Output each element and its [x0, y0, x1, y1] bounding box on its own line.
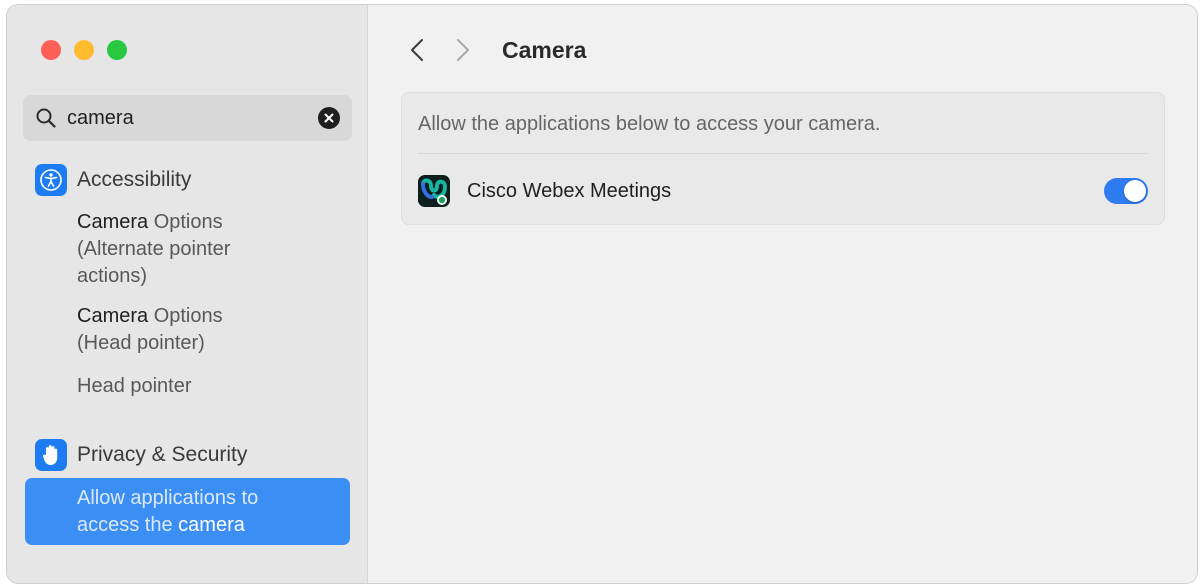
result-label: Options — [148, 211, 223, 233]
search-icon — [36, 108, 56, 128]
close-icon — [324, 113, 334, 123]
section-title: Accessibility — [77, 168, 192, 191]
description-text: Allow the applications below to access y… — [418, 113, 881, 135]
zoom-button[interactable] — [107, 40, 127, 60]
chevron-right-icon — [457, 39, 469, 61]
search-input[interactable]: camera — [67, 107, 318, 130]
match-highlight: Camera — [77, 305, 149, 327]
result-allow-camera-access[interactable]: Allow applications to access the camera — [25, 478, 350, 545]
settings-window: camera Accessibility Camera Options (Alt… — [6, 4, 1198, 584]
divider — [418, 153, 1148, 154]
main-pane: Camera Allow the applications below to a… — [368, 5, 1197, 583]
page-title: Camera — [502, 36, 587, 63]
result-label: access the — [77, 514, 179, 536]
webex-icon — [418, 175, 450, 207]
result-camera-options-head[interactable]: Camera Options (Head pointer) — [77, 303, 223, 357]
camera-access-toggle[interactable] — [1104, 178, 1148, 204]
sidebar-item-accessibility[interactable]: Accessibility — [35, 164, 191, 196]
chevron-left-icon — [411, 39, 423, 61]
hand-icon — [35, 439, 67, 471]
result-label-line2: (Head pointer) — [77, 332, 205, 354]
result-camera-options-alternate[interactable]: Camera Options (Alternate pointer action… — [77, 209, 230, 290]
match-highlight: camera — [178, 514, 245, 536]
toggle-knob — [1124, 180, 1146, 202]
minimize-button[interactable] — [74, 40, 94, 60]
result-head-pointer[interactable]: Head pointer — [77, 373, 192, 400]
result-label-line3: actions) — [77, 265, 148, 287]
back-button[interactable] — [404, 35, 430, 65]
sidebar-item-privacy-security[interactable]: Privacy & Security — [35, 439, 247, 471]
result-label: Options — [148, 305, 223, 327]
result-label: Head pointer — [77, 375, 192, 397]
traffic-lights — [41, 40, 127, 60]
forward-button[interactable] — [450, 35, 476, 65]
section-title: Privacy & Security — [77, 443, 248, 466]
toolbar: Camera — [404, 35, 586, 65]
clear-search-button[interactable] — [318, 107, 340, 129]
sidebar: camera Accessibility Camera Options (Alt… — [7, 5, 368, 583]
close-button[interactable] — [41, 40, 61, 60]
app-name: Cisco Webex Meetings — [467, 179, 672, 202]
match-highlight: Camera — [77, 211, 149, 233]
result-label-line2: (Alternate pointer — [77, 238, 231, 260]
accessibility-icon — [35, 164, 67, 196]
search-field[interactable]: camera — [23, 95, 352, 141]
app-row-cisco-webex: Cisco Webex Meetings — [418, 173, 1148, 209]
result-label-line1: Allow applications to — [77, 487, 259, 509]
camera-access-card: Allow the applications below to access y… — [401, 92, 1165, 225]
